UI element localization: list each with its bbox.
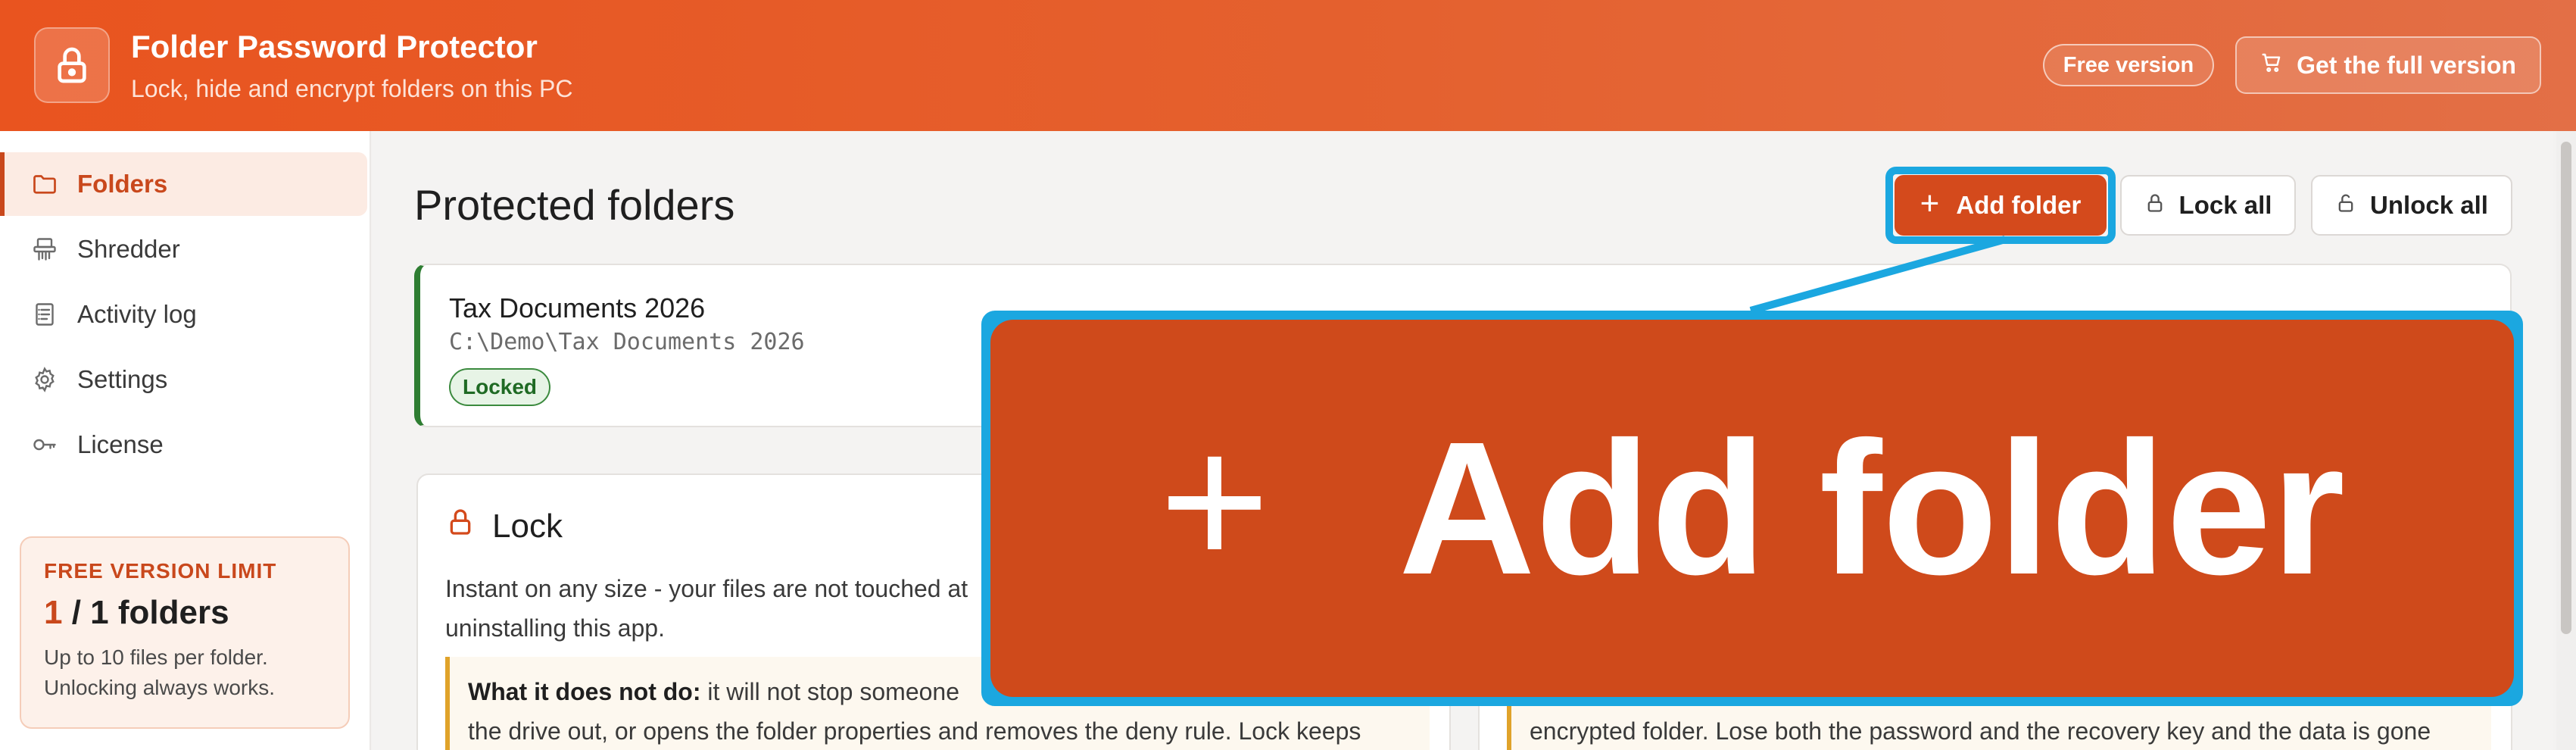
note-line: the drive out, or opens the folder prope… (468, 717, 1361, 745)
gear-icon (30, 365, 59, 394)
lock-all-button[interactable]: Lock all (2120, 175, 2296, 236)
get-full-version-button[interactable]: Get the full version (2235, 36, 2541, 94)
shredder-icon (30, 235, 59, 264)
lock-card-title: Lock (492, 507, 563, 545)
scrollbar-thumb[interactable] (2561, 142, 2571, 634)
page-title: Protected folders (414, 181, 735, 229)
log-icon (30, 300, 59, 329)
free-limit-card: FREE VERSION LIMIT 1 / 1 folders Up to 1… (20, 536, 350, 729)
zoomed-add-folder-label: Add folder (1399, 402, 2345, 614)
limit-total: 1 folders (90, 594, 229, 631)
limit-used: 1 (44, 594, 63, 631)
zoomed-plus-icon: + (1159, 395, 1271, 606)
lock-all-label: Lock all (2178, 191, 2272, 219)
note-text: it will not stop someone (700, 678, 959, 705)
app-header: Folder Password Protector Lock, hide and… (0, 0, 2576, 131)
get-full-version-label: Get the full version (2297, 51, 2516, 79)
sidebar-item-shredder[interactable]: Shredder (0, 217, 367, 281)
limit-desc-line: Unlocking always works. (44, 676, 275, 699)
zoom-callout: + Add folder (981, 311, 2523, 706)
folder-icon (30, 170, 59, 198)
sidebar-item-label: License (77, 430, 164, 458)
unlock-all-button[interactable]: Unlock all (2311, 175, 2512, 236)
main-scrollbar[interactable] (2556, 131, 2576, 750)
limit-description: Up to 10 files per folder. Unlocking alw… (44, 642, 326, 703)
sidebar-item-folders[interactable]: Folders (0, 152, 367, 216)
sidebar-item-label: Activity log (77, 300, 197, 328)
lock-heading: Lock (445, 507, 563, 545)
app-subtitle: Lock, hide and encrypt folders on this P… (131, 75, 573, 102)
sidebar-item-label: Settings (77, 365, 168, 393)
sidebar-item-label: Shredder (77, 235, 180, 263)
folder-name: Tax Documents 2026 (449, 292, 706, 323)
highlight-box (1885, 167, 2116, 244)
cart-icon (2260, 51, 2283, 80)
key-icon (30, 430, 59, 459)
note-line: encrypted folder. Lose both the password… (1530, 717, 2431, 745)
folder-path: C:\Demo\Tax Documents 2026 (449, 329, 805, 355)
unlock-all-label: Unlock all (2370, 191, 2488, 219)
sidebar-item-label: Folders (77, 170, 168, 198)
lock-icon (2144, 191, 2166, 220)
limit-desc-line: Up to 10 files per folder. (44, 645, 268, 669)
app-lock-icon (34, 27, 110, 103)
limit-separator: / (62, 594, 91, 631)
sidebar-item-license[interactable]: License (0, 413, 367, 477)
app-title: Folder Password Protector (131, 29, 538, 64)
sidebar-item-activity-log[interactable]: Activity log (0, 283, 367, 346)
zoomed-add-folder-button: + Add folder (990, 320, 2514, 697)
status-badge: Locked (449, 368, 551, 406)
note-bold-label: What it does not do: (468, 678, 701, 705)
limit-title: FREE VERSION LIMIT (44, 559, 277, 583)
free-version-badge: Free version (2043, 44, 2214, 86)
unlock-icon (2335, 191, 2356, 220)
lock-icon (445, 507, 476, 545)
limit-count: 1 / 1 folders (44, 594, 326, 632)
sidebar-item-settings[interactable]: Settings (0, 348, 367, 411)
